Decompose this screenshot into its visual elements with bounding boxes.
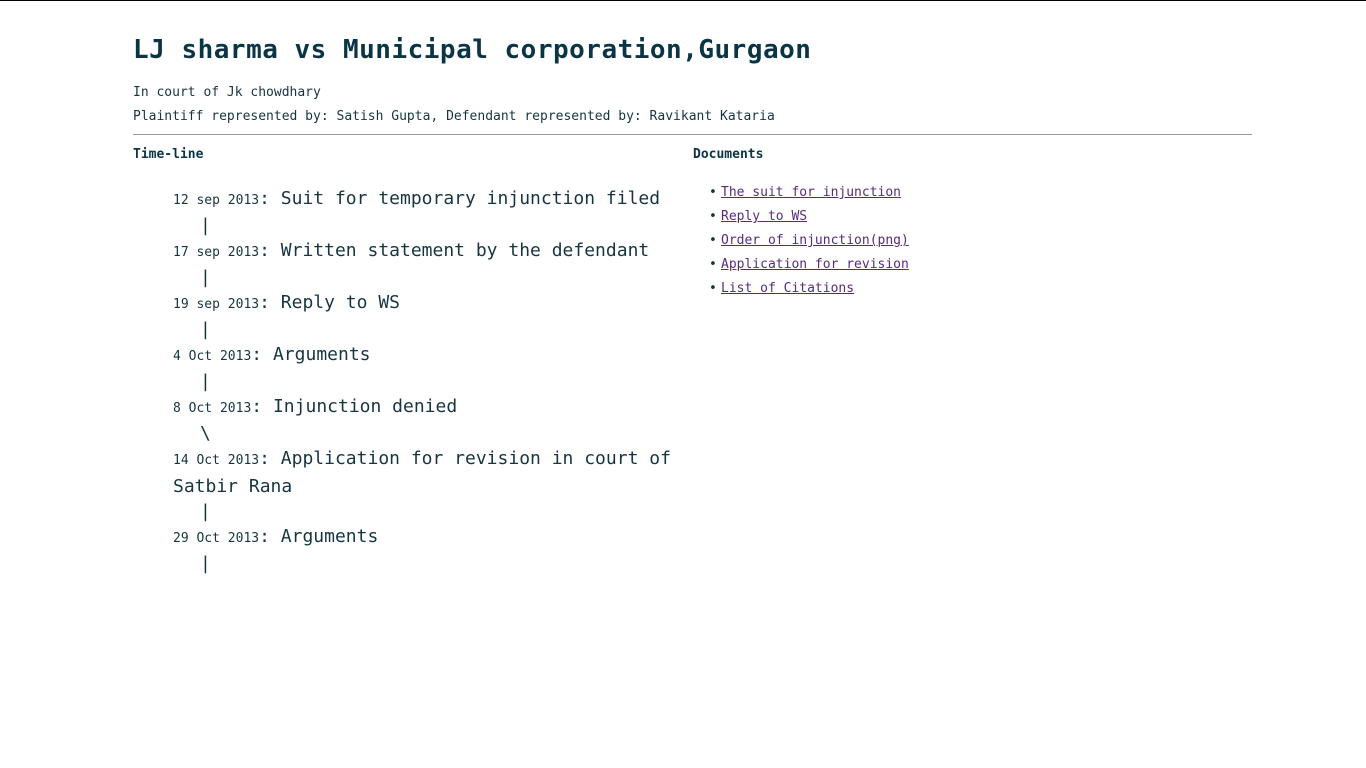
document-link-suit-for-injunction[interactable]: The suit for injunction — [721, 185, 901, 200]
event-date: 12 sep 2013 — [173, 193, 260, 208]
documents-section: Documents • The suit for injunction • Repl… — [693, 147, 1093, 301]
event-date: 17 sep 2013 — [173, 245, 260, 260]
court-line: In court of Jk chowdhary — [133, 85, 321, 100]
page: LJ sharma vs Municipal corporation,Gurga… — [133, 1, 1252, 574]
event-date: 4 Oct 2013 — [173, 349, 252, 364]
case-title: LJ sharma vs Municipal corporation,Gurga… — [133, 35, 812, 65]
event-date: 19 sep 2013 — [173, 297, 260, 312]
timeline-connector: | — [200, 371, 211, 392]
timeline-connector: | — [200, 215, 211, 236]
timeline-event: 12 sep 2013: Suit for temporary injuncti… — [173, 188, 661, 209]
timeline-connector: | — [200, 553, 211, 574]
document-link-reply-to-ws[interactable]: Reply to WS — [721, 209, 807, 224]
event-text: Arguments — [272, 344, 371, 365]
representation-line: Plaintiff represented by: Satish Gupta, … — [133, 109, 775, 124]
document-link-list-of-citations[interactable]: List of Citations — [721, 281, 854, 296]
timeline-connector: | — [200, 267, 211, 288]
bullet-icon: • — [709, 281, 717, 296]
timeline-section: Time-line 12 sep 2013: Suit for temporar… — [133, 147, 673, 576]
document-link-order-of-injunction[interactable]: Order of injunction(png) — [721, 233, 909, 248]
document-item: • Reply to WS — [709, 205, 1093, 229]
event-text: Written statement by the defendant — [280, 240, 650, 261]
timeline-event: 19 sep 2013: Reply to WS — [173, 292, 400, 313]
timeline-event: 14 Oct 2013: Application for revision in… — [173, 448, 671, 497]
event-text: Injunction denied — [272, 396, 458, 417]
timeline-connector: | — [200, 501, 211, 522]
bullet-icon: • — [709, 257, 717, 272]
bullet-icon: • — [709, 233, 717, 248]
bullet-icon: • — [709, 209, 717, 224]
bullet-icon: • — [709, 185, 717, 200]
event-text: Reply to WS — [280, 292, 400, 313]
timeline-heading: Time-line — [133, 147, 204, 162]
event-text: Suit for temporary injunction filed — [280, 188, 661, 209]
timeline-connector: | — [200, 319, 211, 340]
document-item: • Application for revision — [709, 253, 1093, 277]
event-date: 8 Oct 2013 — [173, 401, 252, 416]
document-item: • List of Citations — [709, 277, 1093, 301]
event-date: 29 Oct 2013 — [173, 531, 260, 546]
timeline-event: 8 Oct 2013: Injunction denied — [173, 396, 458, 417]
case-meta: In court of Jk chowdhary Plaintiff repre… — [133, 81, 1252, 129]
documents-heading: Documents — [693, 147, 764, 162]
timeline-event: 17 sep 2013: Written statement by the de… — [173, 240, 650, 261]
event-text: Arguments — [280, 526, 379, 547]
timeline-event: 4 Oct 2013: Arguments — [173, 344, 371, 365]
timeline-event: 29 Oct 2013: Arguments — [173, 526, 379, 547]
documents-list: • The suit for injunction • Reply to WS • O… — [693, 181, 1093, 301]
timeline-connector: \ — [200, 423, 211, 444]
divider — [133, 134, 1252, 135]
timeline: 12 sep 2013: Suit for temporary injuncti… — [133, 186, 673, 576]
event-date: 14 Oct 2013 — [173, 453, 260, 468]
document-link-application-for-revision[interactable]: Application for revision — [721, 257, 909, 272]
document-item: • Order of injunction(png) — [709, 229, 1093, 253]
document-item: • The suit for injunction — [709, 181, 1093, 205]
